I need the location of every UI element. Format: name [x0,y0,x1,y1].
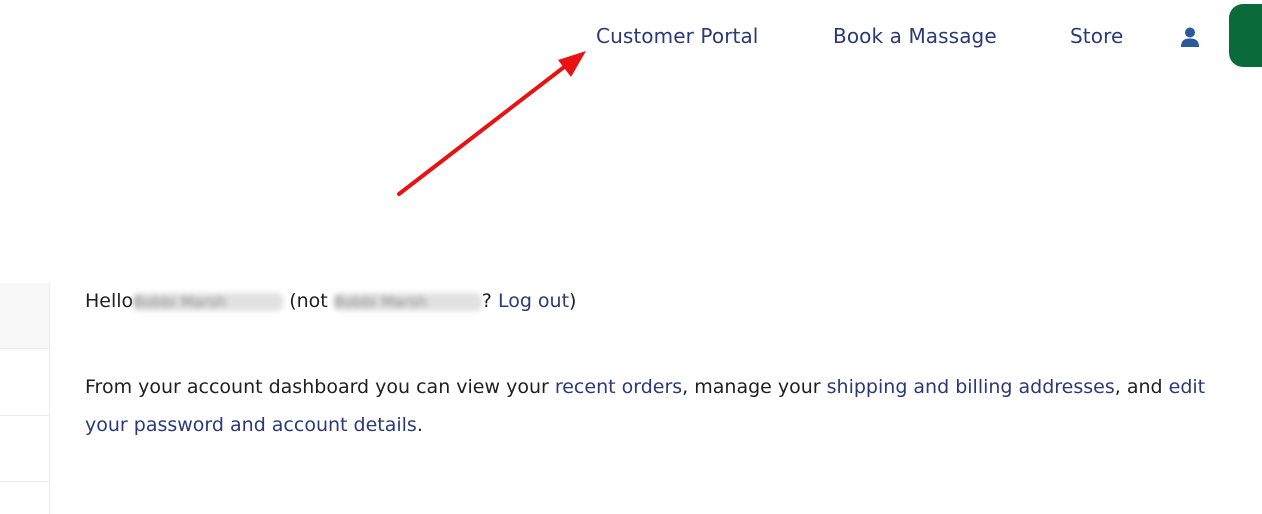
account-navigation [0,283,50,514]
dashboard-text: , and [1114,376,1163,398]
greeting-question: ? [481,290,492,312]
account-nav-item[interactable] [0,416,49,482]
greeting-not: (not [289,290,328,312]
greeting-line: HelloBobbi Marsh (not Bobbi Marsh? Log o… [85,290,576,312]
logout-link[interactable]: Log out [498,290,569,312]
nav-store[interactable]: Store [1070,24,1123,48]
nav-book-a-massage[interactable]: Book a Massage [833,24,997,48]
dashboard-text: , manage your [682,376,821,398]
header-menu-tab[interactable] [1229,4,1262,67]
account-nav-item[interactable] [0,283,49,349]
addresses-link[interactable]: shipping and billing addresses [827,376,1115,398]
redacted-username: Bobbi Marsh [133,292,284,311]
redacted-username: Bobbi Marsh [333,292,482,311]
dashboard-description: From your account dashboard you can view… [85,368,1250,444]
dashboard-text: From your account dashboard you can view… [85,376,549,398]
greeting-close-paren: ) [569,290,577,312]
dashboard-text: . [416,414,423,436]
account-nav-item[interactable] [0,349,49,416]
user-icon[interactable] [1179,26,1201,48]
nav-customer-portal[interactable]: Customer Portal [596,24,758,48]
recent-orders-link[interactable]: recent orders [555,376,682,398]
greeting-hello: Hello [85,290,134,312]
